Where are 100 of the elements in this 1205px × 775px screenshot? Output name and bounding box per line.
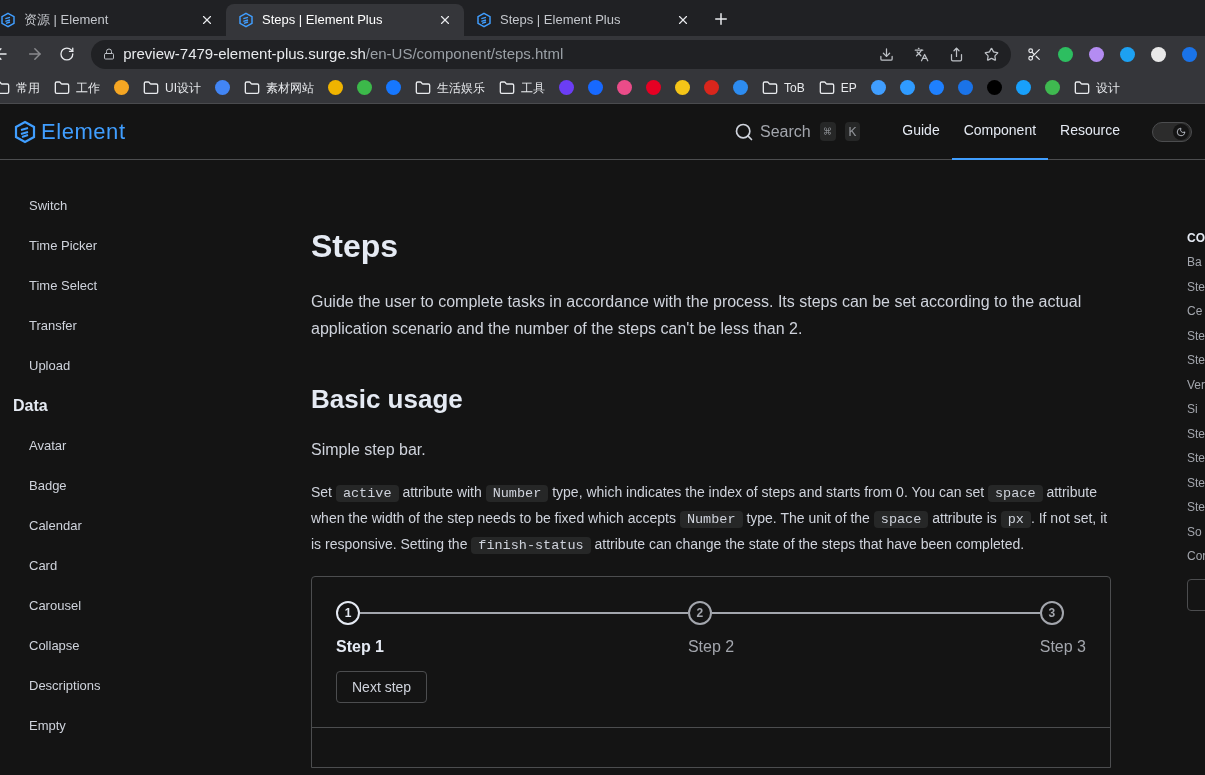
bookmark-folder[interactable]: 工具 — [499, 78, 545, 97]
step-number: 1 — [336, 601, 360, 625]
close-icon[interactable] — [200, 13, 214, 27]
sidebar-item[interactable]: Time Picker — [0, 226, 290, 266]
page-title: Steps — [311, 227, 400, 266]
nav-link[interactable]: Guide — [890, 103, 952, 160]
extension-icon[interactable] — [1058, 46, 1073, 62]
folder-icon — [499, 79, 515, 96]
sidebar-item[interactable]: Collapse — [0, 626, 290, 666]
toc-link[interactable]: Ste — [1187, 323, 1205, 348]
bookmark-icon[interactable] — [733, 80, 748, 95]
bookmark-icon[interactable] — [328, 80, 343, 95]
toc-link[interactable]: Ste — [1187, 421, 1205, 446]
sidebar-item[interactable]: Card — [0, 546, 290, 586]
close-icon[interactable] — [438, 13, 452, 27]
search-icon — [733, 121, 754, 142]
toc-link[interactable]: Ver — [1187, 372, 1205, 397]
search-button[interactable]: Search ⌘ K — [733, 119, 861, 144]
bookmark-folder[interactable]: EP — [818, 78, 857, 97]
toc-link[interactable]: Ba — [1187, 250, 1205, 275]
step-title: Step 1 — [336, 637, 385, 657]
install-icon[interactable] — [879, 46, 895, 62]
reload-icon[interactable] — [59, 46, 76, 62]
extension-icon[interactable] — [1151, 46, 1166, 62]
toc-link[interactable]: Si — [1187, 397, 1205, 422]
element-logo-icon — [238, 12, 254, 28]
sidebar-item[interactable]: Carousel — [0, 586, 290, 626]
intro-paragraph: Guide the user to complete tasks in accordance with the process. Its steps can be set according to the actual application scenario and the number of the steps can't be less than 2. — [311, 292, 1083, 339]
bookmark-icon[interactable] — [617, 80, 632, 95]
folder-icon — [818, 79, 835, 96]
toc-heading: CO — [1187, 230, 1205, 247]
sidebar-item[interactable]: Upload — [0, 346, 290, 386]
extension-icon[interactable] — [1089, 46, 1104, 62]
browser-tab[interactable]: Steps | Element Plus — [464, 4, 702, 36]
lead-text: Simple step bar. — [311, 440, 427, 460]
bookmark-folder[interactable]: 工作 — [54, 78, 100, 97]
nav-link[interactable]: Resource — [1048, 103, 1132, 160]
toc-link[interactable]: Ste — [1187, 348, 1205, 373]
theme-switch[interactable] — [1152, 121, 1192, 142]
bookmark-folder[interactable]: UI设计 — [143, 78, 201, 97]
scissors-icon[interactable] — [1027, 46, 1042, 62]
moon-icon — [1176, 126, 1186, 137]
star-icon[interactable] — [984, 46, 1000, 62]
tab-title: Steps | Element Plus — [262, 11, 384, 30]
sidebar-item[interactable]: Time Select — [0, 266, 290, 306]
new-tab-icon[interactable] — [712, 10, 730, 28]
toc-link[interactable]: Ste — [1187, 446, 1205, 471]
bookmark-folder[interactable]: 常用 — [0, 78, 40, 97]
bookmark-icon[interactable] — [1015, 80, 1031, 95]
bookmark-icon[interactable] — [928, 80, 944, 95]
toc-link[interactable]: Ste — [1187, 495, 1205, 520]
translate-icon[interactable] — [914, 46, 930, 62]
step-number: 2 — [687, 601, 712, 625]
close-icon[interactable] — [676, 13, 690, 27]
toc-link[interactable]: Ce — [1187, 299, 1205, 324]
bookmark-icon[interactable] — [114, 80, 129, 95]
bookmark-icon[interactable] — [215, 80, 230, 95]
bookmark-icon[interactable] — [1044, 80, 1060, 95]
description-paragraph: Set active attribute with Number type, which indicates the index of steps and starts from 0. You can set space attribute when the width of the step needs to be fixed which accepts Number type. The unit of the space attribute is px . If not set, it is responsive. Setting the finish-status attribute can change the state of the steps that have been completed. — [311, 483, 1109, 556]
bookmark-folder[interactable]: 生活娱乐 — [415, 78, 485, 97]
sidebar-item[interactable]: Switch — [0, 186, 290, 226]
toc-link[interactable]: Ste — [1187, 470, 1205, 495]
folder-icon — [244, 79, 260, 96]
lock-icon — [103, 48, 116, 60]
bookmark-folder[interactable]: 设计 — [1073, 78, 1120, 97]
shortcut-key: ⌘ — [819, 121, 836, 142]
logo-text[interactable]: Element — [41, 115, 126, 148]
address-bar[interactable]: preview-7479-element-plus.surge.sh/en-US/component/steps.html — [91, 39, 1012, 69]
sidebar-item[interactable]: Descriptions — [0, 666, 290, 706]
element-logo-icon — [0, 12, 16, 28]
bookmark-icon[interactable] — [357, 80, 372, 95]
extension-icon[interactable] — [1120, 46, 1135, 62]
sidebar-item[interactable]: Calendar — [0, 506, 290, 546]
browser-tab[interactable]: Steps | Element Plus — [226, 4, 464, 36]
step-number: 3 — [1039, 601, 1064, 625]
bookmark-folder[interactable]: ToB — [762, 78, 805, 97]
browser-tab[interactable]: 资源 | Element — [0, 4, 226, 36]
bookmark-icon[interactable] — [899, 80, 915, 95]
step-title: Step 3 — [1039, 637, 1086, 657]
sidebar-item[interactable]: Transfer — [0, 306, 290, 346]
next-step-button[interactable]: Next step — [336, 671, 428, 703]
toc-link[interactable]: So — [1187, 519, 1205, 544]
sidebar-item[interactable]: Avatar — [0, 426, 290, 466]
folder-icon — [762, 79, 778, 96]
folder-icon — [415, 79, 431, 96]
share-icon[interactable] — [949, 46, 965, 62]
section-heading: Basic usage — [311, 383, 464, 416]
toc-link[interactable]: Ste — [1187, 274, 1205, 299]
nav-link[interactable]: Component — [951, 103, 1049, 160]
folder-icon — [1073, 79, 1090, 96]
bookmark-icon[interactable] — [870, 80, 886, 95]
tab-title: Steps | Element Plus — [500, 11, 622, 30]
element-logo-icon — [13, 118, 37, 145]
sidebar-item[interactable]: Empty — [0, 706, 290, 746]
bookmark-icon[interactable] — [675, 80, 690, 95]
step-title: Step 2 — [687, 637, 736, 657]
url-text: preview-7479-element-plus.surge.sh/en-US/component/steps.html — [123, 43, 565, 64]
sidebar-item[interactable]: Badge — [0, 466, 290, 506]
bookmark-folder[interactable]: 素材网站 — [244, 78, 314, 97]
sidebar-heading: Data — [12, 396, 49, 416]
